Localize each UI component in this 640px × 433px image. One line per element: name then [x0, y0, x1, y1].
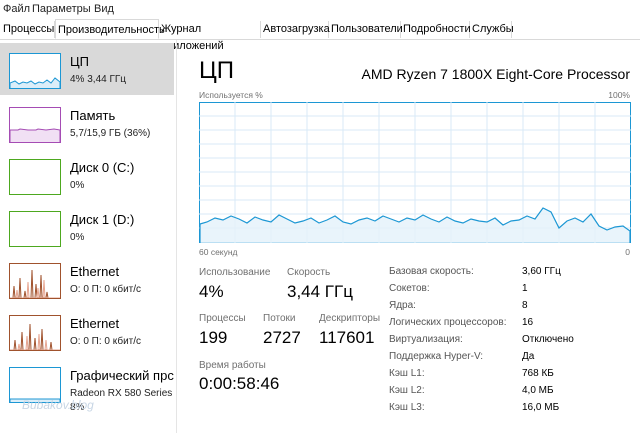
processes-label: Процессы — [199, 313, 246, 324]
processor-name: AMD Ryzen 7 1800X Eight-Core Processor — [361, 66, 630, 82]
tab-bar: Процессы Производительность Журнал прило… — [0, 19, 640, 52]
logical-processors-label: Логических процессоров: — [389, 317, 507, 328]
sockets-label: Сокетов: — [389, 283, 430, 294]
speed-label: Скорость — [287, 267, 331, 278]
menu-file[interactable]: Файл — [3, 3, 30, 15]
processes-value: 199 — [199, 328, 228, 347]
sidebar-item-title: Ethernet — [70, 316, 120, 331]
sidebar-item-disk-1[interactable]: Диск 1 (D:) 0% — [0, 201, 174, 253]
sidebar-item-ethernet-1[interactable]: Ethernet О: 0 П: 0 кбит/с — [0, 253, 174, 305]
sidebar-item-disk-0[interactable]: Диск 0 (C:) 0% — [0, 149, 174, 201]
cpu-thumbnail-graph — [9, 53, 61, 89]
graph-y-label: Используется % — [199, 90, 263, 100]
uptime-value: 0:00:58:46 — [199, 374, 280, 393]
sidebar-item-subtitle: 0% — [70, 180, 85, 191]
disk-0-thumbnail-graph — [9, 159, 61, 195]
tab-performance[interactable]: Производительность — [55, 19, 165, 39]
hyper-v-label: Поддержка Hyper-V: — [389, 351, 484, 362]
virtualization-label: Виртуализация: — [389, 334, 463, 345]
sockets-value: 1 — [522, 283, 528, 294]
memory-thumbnail-graph — [9, 107, 61, 143]
ethernet-1-thumbnail-graph — [9, 263, 61, 299]
handles-value: 117601 — [319, 328, 375, 347]
graph-y-max-label: 100% — [608, 90, 630, 100]
graph-zero-label: 0 — [625, 247, 630, 257]
handles-label: Дескрипторы — [319, 313, 381, 324]
performance-sidebar: ЦП 4% 3,44 ГГц Память 5,7/15,9 ГБ (36%) … — [0, 40, 175, 433]
base-speed-value: 3,60 ГГц — [522, 266, 561, 277]
sidebar-item-subtitle: О: 0 П: 0 кбит/с — [70, 336, 142, 347]
sidebar-item-subtitle: 0% — [70, 232, 85, 243]
tab-startup[interactable]: Автозагрузка — [261, 21, 330, 38]
menu-bar: Файл Параметры Вид — [0, 0, 640, 19]
sidebar-item-memory[interactable]: Память 5,7/15,9 ГБ (36%) — [0, 97, 174, 149]
l3-cache-label: Кэш L3: — [389, 402, 425, 413]
sidebar-item-ethernet-2[interactable]: Ethernet О: 0 П: 0 кбит/с — [0, 305, 174, 357]
l1-cache-label: Кэш L1: — [389, 368, 425, 379]
tab-processes[interactable]: Процессы — [1, 21, 55, 38]
threads-label: Потоки — [263, 313, 296, 324]
base-speed-label: Базовая скорость: — [389, 266, 474, 277]
graph-time-label: 60 секунд — [199, 247, 238, 257]
cpu-detail-panel: ЦП AMD Ryzen 7 1800X Eight-Core Processo… — [177, 40, 640, 433]
menu-view[interactable]: Вид — [94, 3, 114, 15]
sidebar-item-subtitle: О: 0 П: 0 кбит/с — [70, 284, 142, 295]
usage-value: 4% — [199, 282, 224, 301]
tab-services[interactable]: Службы — [470, 21, 514, 38]
cores-value: 8 — [522, 300, 528, 311]
usage-label: Использование — [199, 267, 271, 278]
hyper-v-value: Да — [522, 351, 535, 362]
sidebar-item-title: ЦП — [70, 54, 89, 69]
virtualization-value: Отключено — [522, 334, 574, 345]
l3-cache-value: 16,0 МБ — [522, 402, 560, 413]
disk-1-thumbnail-graph — [9, 211, 61, 247]
sidebar-item-subtitle: 4% 3,44 ГГц — [70, 74, 127, 85]
page-title: ЦП — [199, 57, 235, 84]
sidebar-item-title: Диск 0 (C:) — [70, 160, 135, 175]
menu-options[interactable]: Параметры — [32, 3, 91, 15]
tab-users[interactable]: Пользователи — [329, 21, 403, 38]
sidebar-item-title: Память — [70, 108, 116, 123]
l1-cache-value: 768 КБ — [522, 368, 554, 379]
speed-value: 3,44 ГГц — [287, 282, 353, 301]
tab-details[interactable]: Подробности — [401, 21, 471, 38]
sidebar-item-cpu[interactable]: ЦП 4% 3,44 ГГц — [0, 43, 174, 95]
l2-cache-label: Кэш L2: — [389, 385, 425, 396]
logical-processors-value: 16 — [522, 317, 534, 328]
cpu-usage-graph — [199, 102, 631, 243]
uptime-label: Время работы — [199, 360, 266, 371]
tab-app-history[interactable]: Журнал приложений — [159, 21, 261, 52]
sidebar-item-title: Ethernet — [70, 264, 120, 279]
sidebar-item-gpu[interactable]: Графический прс Radeon RX 580 Series 8% — [0, 357, 174, 427]
sidebar-item-subtitle: 5,7/15,9 ГБ (36%) — [70, 128, 151, 139]
threads-value: 2727 — [263, 328, 301, 347]
watermark-text: Bubakov.blog — [22, 398, 94, 412]
cores-label: Ядра: — [389, 300, 416, 311]
ethernet-2-thumbnail-graph — [9, 315, 61, 351]
l2-cache-value: 4,0 МБ — [522, 385, 554, 396]
sidebar-item-title: Диск 1 (D:) — [70, 212, 135, 227]
sidebar-item-title: Графический прс — [70, 368, 174, 383]
